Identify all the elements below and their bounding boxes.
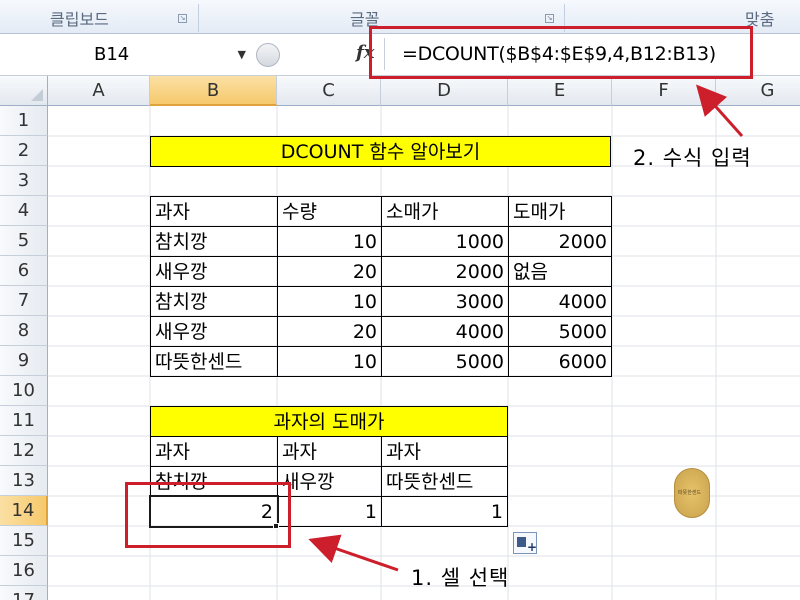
logo-sticker: 따뜻한센드 bbox=[674, 468, 710, 518]
paste-options-icon[interactable]: + bbox=[513, 532, 537, 554]
step2-label: 2. 수식 입력 bbox=[633, 146, 752, 170]
step1-label: 1. 셀 선택 bbox=[411, 566, 510, 590]
